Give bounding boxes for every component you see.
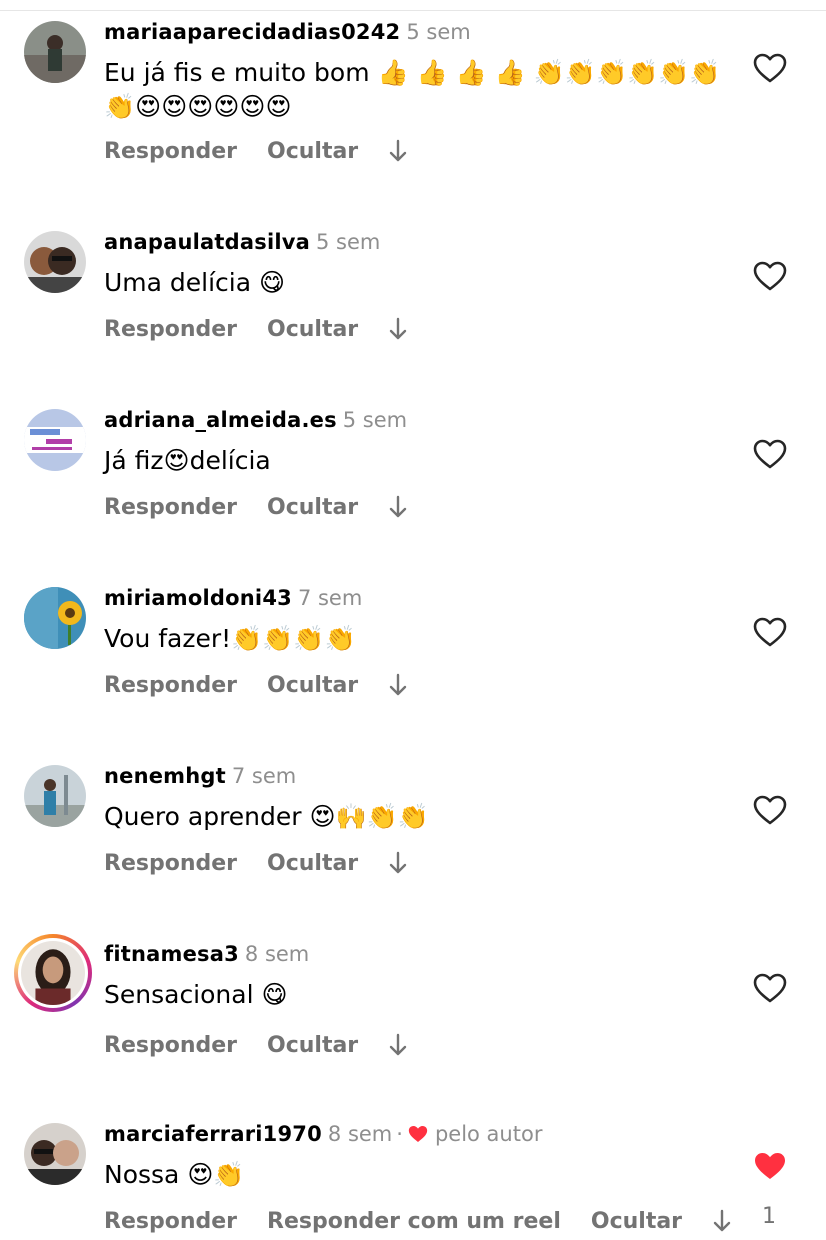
heart-outline-icon[interactable] xyxy=(752,616,788,648)
comment-username[interactable]: nenemhgt xyxy=(104,764,226,788)
heart-outline-icon[interactable] xyxy=(752,438,788,470)
reply-button[interactable]: Responder xyxy=(104,851,237,876)
top-divider xyxy=(0,10,826,11)
comment-username[interactable]: mariaaparecidadias0242 xyxy=(104,20,400,44)
hide-button[interactable]: Ocultar xyxy=(267,673,358,698)
comment-text: Quero aprender 😍🙌👏👏 xyxy=(104,802,429,831)
comment-username[interactable]: marciaferrari1970 xyxy=(104,1122,322,1146)
avatar-story-ring[interactable] xyxy=(14,934,92,1012)
arrow-down-icon[interactable] xyxy=(712,1208,732,1234)
comment-username[interactable]: fitnamesa3 xyxy=(104,942,239,966)
hide-button[interactable]: Ocultar xyxy=(591,1209,682,1234)
heart-outline-icon[interactable] xyxy=(752,794,788,826)
comment-time: 5 sem xyxy=(316,230,381,254)
arrow-down-icon[interactable] xyxy=(388,316,408,342)
comment-time: 5 sem xyxy=(342,408,408,432)
comment-username[interactable]: anapaulatdasilva xyxy=(104,230,310,254)
avatar[interactable] xyxy=(24,21,86,83)
heart-filled-icon xyxy=(408,1126,428,1142)
comment-time: 8 sem xyxy=(327,1122,393,1146)
liked-by-author-label: pelo autor xyxy=(434,1122,543,1146)
reply-with-reel-button[interactable]: Responder com um reel xyxy=(267,1209,561,1234)
comment-time: 7 sem xyxy=(231,764,297,788)
comment-time: 5 sem xyxy=(406,20,471,44)
comment-text: Já fiz😍delícia xyxy=(104,446,271,475)
avatar[interactable] xyxy=(24,231,86,293)
comment-text: Eu já fis e muito bom 👍 👍 👍 👍 👏👏👏👏👏👏👏😍😍😍… xyxy=(104,58,721,121)
comment-time: 7 sem xyxy=(297,586,363,610)
comment-username[interactable]: adriana_almeida.es xyxy=(104,408,337,432)
comment-text: Vou fazer!👏👏👏👏 xyxy=(104,624,356,653)
reply-button[interactable]: Responder xyxy=(104,1033,237,1058)
reply-button[interactable]: Responder xyxy=(104,139,237,164)
arrow-down-icon[interactable] xyxy=(388,672,408,698)
hide-button[interactable]: Ocultar xyxy=(267,851,358,876)
hide-button[interactable]: Ocultar xyxy=(267,139,358,164)
hide-button[interactable]: Ocultar xyxy=(267,317,358,342)
hide-button[interactable]: Ocultar xyxy=(267,1033,358,1058)
hide-button[interactable]: Ocultar xyxy=(267,495,358,520)
heart-outline-icon[interactable] xyxy=(752,972,788,1004)
reply-button[interactable]: Responder xyxy=(104,1209,237,1234)
arrow-down-icon[interactable] xyxy=(388,494,408,520)
comment-text: Uma delícia 😋 xyxy=(104,268,286,297)
reply-button[interactable]: Responder xyxy=(104,673,237,698)
comment-username[interactable]: miriamoldoni43 xyxy=(104,586,292,610)
avatar[interactable] xyxy=(24,765,86,827)
avatar[interactable] xyxy=(24,587,86,649)
arrow-down-icon[interactable] xyxy=(388,138,408,164)
reply-button[interactable]: Responder xyxy=(104,495,237,520)
avatar[interactable] xyxy=(24,1123,86,1185)
comment-text: Nossa 😍👏 xyxy=(104,1160,245,1189)
like-count: 1 xyxy=(762,1204,776,1229)
heart-outline-icon[interactable] xyxy=(752,260,788,292)
arrow-down-icon[interactable] xyxy=(388,850,408,876)
avatar[interactable] xyxy=(24,409,86,471)
arrow-down-icon[interactable] xyxy=(388,1032,408,1058)
comment-time: 8 sem xyxy=(244,942,310,966)
reply-button[interactable]: Responder xyxy=(104,317,237,342)
separator-dot: · xyxy=(396,1122,403,1146)
heart-filled-icon[interactable] xyxy=(752,1150,788,1182)
heart-outline-icon[interactable] xyxy=(752,52,788,84)
comment-text: Sensacional 😋 xyxy=(104,980,288,1009)
